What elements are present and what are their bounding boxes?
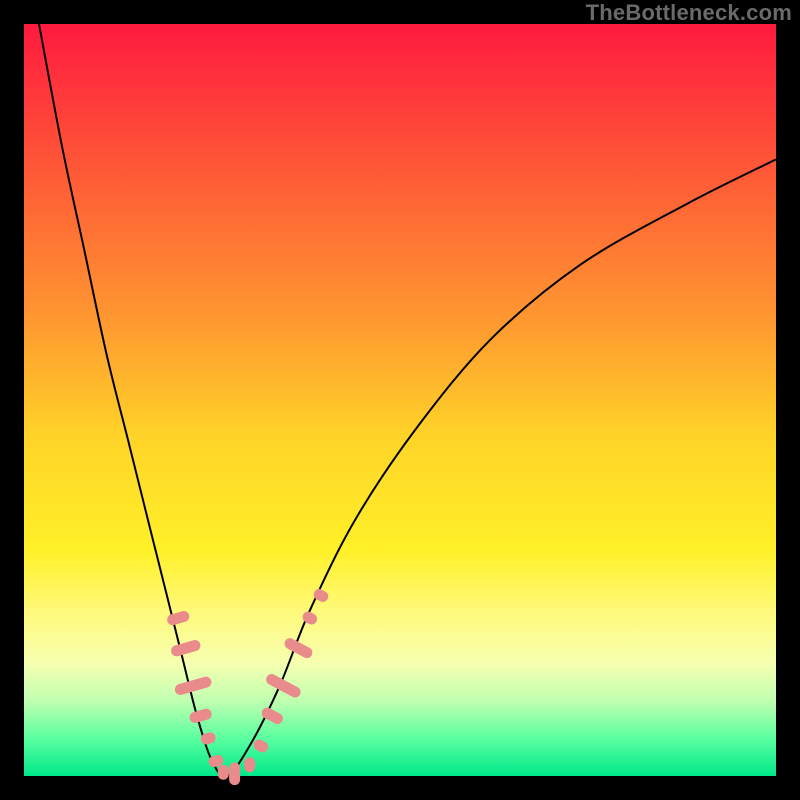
curve-marker bbox=[252, 738, 270, 755]
curve-marker bbox=[174, 675, 213, 696]
curve-marker bbox=[244, 757, 255, 772]
curve-marker bbox=[188, 707, 213, 724]
chart-frame bbox=[24, 24, 776, 776]
bottleneck-curve-path bbox=[39, 24, 776, 776]
watermark-text: TheBottleneck.com bbox=[586, 0, 792, 26]
curve-marker bbox=[170, 639, 202, 658]
curve-marker bbox=[166, 610, 191, 627]
curve-marker bbox=[260, 706, 285, 726]
curve-marker bbox=[218, 765, 229, 780]
chart-svg-layer bbox=[24, 24, 776, 776]
marker-group bbox=[166, 587, 330, 785]
curve-marker bbox=[229, 763, 240, 786]
